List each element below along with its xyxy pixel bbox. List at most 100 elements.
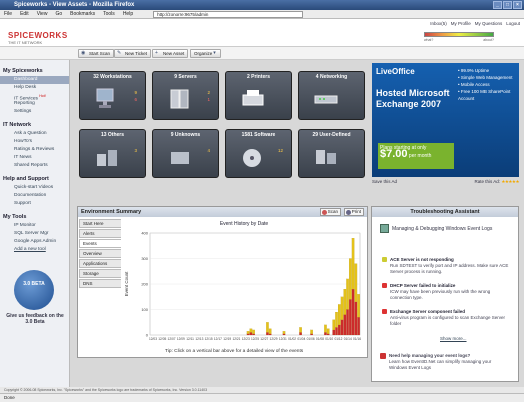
sidebar-item-documentation[interactable]: Documentation (0, 192, 69, 200)
new-asset-button[interactable]: + New Asset (152, 49, 189, 58)
menu-file[interactable]: File (0, 11, 16, 17)
chart-bar[interactable] (282, 331, 286, 334)
minimize-button[interactable]: _ (493, 1, 502, 9)
my-profile-link[interactable]: My Profile (451, 21, 471, 26)
tab-storage[interactable]: Storage (79, 269, 121, 278)
tab-start-here[interactable]: Start Here (79, 219, 121, 228)
tile-printers[interactable]: 2 Printers (225, 71, 292, 120)
chart-bar[interactable] (357, 317, 360, 336)
chart-bar[interactable] (332, 319, 336, 330)
tile-software[interactable]: 1581 Software 12 (225, 129, 292, 178)
menu-help[interactable]: Help (119, 11, 137, 17)
sidebar-item-ask-question[interactable]: Ask a Question (0, 130, 69, 138)
sidebar-item-help-desk[interactable]: Help Desk (0, 84, 69, 92)
chart-bar[interactable] (335, 312, 338, 328)
chart-bar[interactable] (354, 301, 358, 336)
sidebar-item-shared-reports[interactable]: Shared Reports (0, 162, 69, 170)
tab-applications[interactable]: Applications (79, 259, 121, 268)
print-button[interactable]: Print (343, 208, 364, 216)
sidebar-item-howtos[interactable]: HowTo's (0, 138, 69, 146)
chart-bar[interactable] (326, 328, 330, 334)
sidebar-item-ratings-reviews[interactable]: Ratings & Reviews (0, 146, 69, 154)
show-more-link[interactable]: Show more... (440, 336, 467, 341)
chart-bar[interactable] (268, 333, 272, 336)
sidebar-item-support[interactable]: Support (0, 200, 69, 208)
chart-bar[interactable] (282, 333, 286, 336)
menu-go[interactable]: Go (51, 11, 66, 17)
health-low-link[interactable]: what? (424, 38, 433, 42)
beta-badge[interactable]: 3.0 BETA (14, 270, 54, 310)
tile-unknowns[interactable]: 9 Unknowns 4 (152, 129, 219, 178)
chart-bar[interactable] (337, 304, 341, 325)
close-button[interactable]: × (513, 1, 522, 9)
chart-bar[interactable] (351, 289, 355, 336)
chart-bar[interactable] (354, 263, 358, 302)
tile-workstations[interactable]: 32 Workstations 9 6 (79, 71, 146, 120)
organize-button[interactable]: Organize ▾ (190, 49, 222, 58)
ts-item[interactable]: Exchange Server component failed Anti-vi… (382, 309, 512, 327)
menu-bookmarks[interactable]: Bookmarks (66, 11, 99, 17)
sidebar-section-my-tools[interactable]: My Tools (0, 212, 69, 222)
chart-bar[interactable] (299, 327, 302, 333)
chart-bar[interactable] (266, 332, 269, 336)
chart-bar[interactable] (340, 296, 344, 320)
sidebar-section-help-support[interactable]: Help and Support (0, 174, 69, 184)
beta-feedback-link[interactable]: Give us feedback on the 3.0 Beta (4, 313, 66, 325)
save-ad-link[interactable]: Save this Ad (372, 179, 397, 185)
tile-others[interactable]: 13 Others 3 (79, 129, 146, 178)
chart-bar[interactable] (340, 319, 344, 336)
chart-bar[interactable] (335, 327, 338, 336)
chart-bar[interactable] (349, 299, 352, 336)
sidebar-item-it-news[interactable]: IT News (0, 154, 69, 162)
chart-bar[interactable] (268, 328, 272, 334)
tab-overview[interactable]: Overview (79, 249, 121, 258)
chart-bar[interactable] (324, 332, 327, 336)
sidebar-item-settings[interactable]: Settings (0, 108, 69, 116)
tile-servers[interactable]: 9 Servers 2 1 (152, 71, 219, 120)
chart-bar[interactable] (246, 333, 250, 336)
scan-button[interactable]: Scan (319, 208, 341, 216)
chart-bar[interactable] (343, 314, 347, 336)
sidebar-item-sql-server-mgr[interactable]: SQL Server Mgr (0, 230, 69, 238)
add-tool-link[interactable]: Add a new tool (0, 246, 69, 254)
chart-bar[interactable] (252, 333, 255, 336)
tile-networking[interactable]: 4 Networking (298, 71, 365, 120)
chart-bar[interactable] (324, 324, 327, 333)
chart-bar[interactable] (266, 322, 269, 333)
logout-link[interactable]: Logout (506, 21, 520, 26)
url-bar[interactable]: http://zonorre:9675/admin (153, 10, 304, 18)
menu-tools[interactable]: Tools (99, 11, 119, 17)
tile-user-defined[interactable]: 29 User-Defined (298, 129, 365, 178)
menu-view[interactable]: View (33, 11, 52, 17)
sidebar-item-dashboard[interactable]: Dashboard (0, 76, 69, 84)
chart-bar[interactable] (252, 329, 255, 334)
chart-bar[interactable] (346, 278, 349, 310)
sidebar-section-my-spiceworks[interactable]: My Spiceworks (0, 66, 69, 76)
sidebar-item-it-services[interactable]: IT Services Hot! (0, 92, 69, 102)
tab-dns[interactable]: DNS (79, 279, 121, 288)
sidebar-item-quickstart-videos[interactable]: Quick-start Videos (0, 184, 69, 192)
chart-bar[interactable] (246, 331, 250, 334)
tab-alerts[interactable]: Alerts (79, 229, 121, 238)
sidebar-item-ip-monitor[interactable]: IP Monitor (0, 222, 69, 230)
chart-bar[interactable] (299, 332, 302, 336)
new-ticket-button[interactable]: ✎ New Ticket (114, 49, 152, 58)
maximize-button[interactable]: □ (503, 1, 512, 9)
sidebar-item-reporting[interactable]: Reporting (0, 100, 69, 108)
chart-bar[interactable] (357, 294, 360, 318)
chart-bar[interactable] (249, 332, 253, 336)
star-rating[interactable]: ★★★★★ (501, 179, 519, 184)
event-history-chart[interactable]: Event History by Date Event Count 010020… (122, 219, 366, 345)
health-high-link[interactable]: about? (483, 38, 494, 42)
chart-bar[interactable] (249, 328, 253, 333)
tab-events[interactable]: Events (79, 239, 121, 248)
chart-bar[interactable] (351, 238, 355, 290)
ts-item[interactable]: DHCP Server failed to initialize ICW may… (382, 283, 512, 301)
chart-bar[interactable] (337, 324, 341, 336)
start-scan-button[interactable]: ◉ Start Scan (78, 49, 115, 58)
my-questions-link[interactable]: My Questions (475, 21, 503, 26)
sidebar-item-google-apps-admin[interactable]: Google Apps Admin (0, 238, 69, 246)
troubleshooting-feature[interactable]: Managing & Debugging Windows Event Logs (380, 224, 500, 233)
chart-bar[interactable] (310, 333, 313, 336)
chart-bar[interactable] (332, 329, 336, 336)
